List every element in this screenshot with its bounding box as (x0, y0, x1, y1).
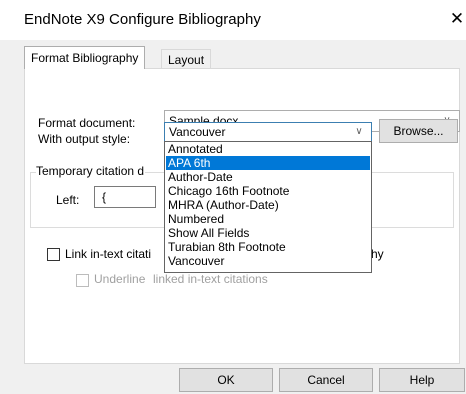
help-button[interactable]: Help (379, 368, 465, 392)
underline-citations-label-start: Underline (94, 272, 146, 286)
left-delimiter-value: { (102, 190, 107, 204)
output-style-value: Vancouver (169, 125, 226, 139)
format-document-label: Format document: (38, 116, 136, 130)
underline-citations-checkbox[interactable] (76, 274, 89, 287)
tab-layout[interactable]: Layout (161, 49, 212, 70)
ok-button[interactable]: OK (179, 368, 273, 392)
link-citations-label-end: hy (371, 247, 384, 261)
link-citations-label: Link in-text citati (65, 247, 152, 261)
cancel-button[interactable]: Cancel (279, 368, 373, 392)
output-style-label-text: With output style: (38, 132, 131, 146)
link-citations-checkbox[interactable] (47, 248, 60, 261)
dropdown-option-author-date[interactable]: Author-Date (166, 170, 370, 184)
output-style-select[interactable]: Vancouver ∨ (164, 122, 372, 142)
temporary-citation-label: Temporary citation d (36, 164, 146, 178)
browse-button[interactable]: Browse... (379, 119, 458, 143)
left-delimiter-label: Left: (56, 193, 80, 207)
close-icon[interactable]: ✕ (448, 9, 466, 29)
underline-citations-label: linked in-text citations (153, 272, 268, 286)
window-title: EndNote X9 Configure Bibliography (24, 11, 261, 28)
dropdown-option-annotated[interactable]: Annotated (166, 142, 370, 156)
dropdown-option-vancouver[interactable]: Vancouver (166, 254, 370, 268)
dropdown-option-mhra-author-date[interactable]: MHRA (Author-Date) (166, 198, 370, 212)
dropdown-option-show-all-fields[interactable]: Show All Fields (166, 226, 370, 240)
tab-format-bibliography[interactable]: Format Bibliography (24, 46, 146, 69)
dropdown-option-numbered[interactable]: Numbered (166, 212, 370, 226)
dropdown-option-chicago-16th-footnote[interactable]: Chicago 16th Footnote (166, 184, 370, 198)
chevron-down-icon: ∨ (355, 126, 363, 137)
dropdown-option-apa-6th[interactable]: APA 6th (166, 156, 370, 170)
output-style-dropdown-list: Annotated APA 6th Author-Date Chicago 16… (164, 141, 372, 273)
left-delimiter-input[interactable]: { (94, 186, 156, 208)
dropdown-option-turabian-8th-footnote[interactable]: Turabian 8th Footnote (166, 240, 370, 254)
